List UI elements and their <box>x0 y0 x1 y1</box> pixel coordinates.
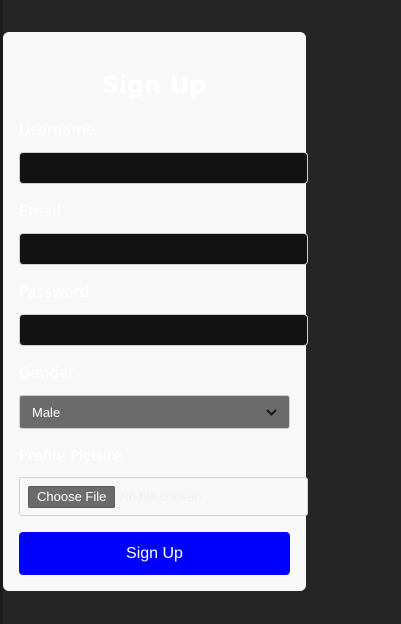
choose-file-button[interactable]: Choose File <box>28 485 116 508</box>
password-input[interactable] <box>19 314 308 346</box>
profile-picture-label: Profile Picture <box>19 447 122 465</box>
chevron-down-icon <box>265 406 277 418</box>
email-input[interactable] <box>19 233 308 265</box>
gender-label: Gender <box>19 364 75 382</box>
profile-picture-file-input[interactable]: Choose File No file chosen <box>19 477 308 516</box>
gender-select[interactable]: Male <box>19 395 290 429</box>
page-title: Sign Up <box>101 71 207 99</box>
username-input[interactable] <box>19 152 308 184</box>
password-label: Password <box>19 283 90 301</box>
gender-selected-value: Male <box>32 404 61 420</box>
email-label: Email <box>19 202 61 220</box>
file-status-text: No file chosen <box>119 489 202 504</box>
username-label: Username <box>19 121 96 139</box>
sign-up-button[interactable]: Sign Up <box>19 532 290 575</box>
